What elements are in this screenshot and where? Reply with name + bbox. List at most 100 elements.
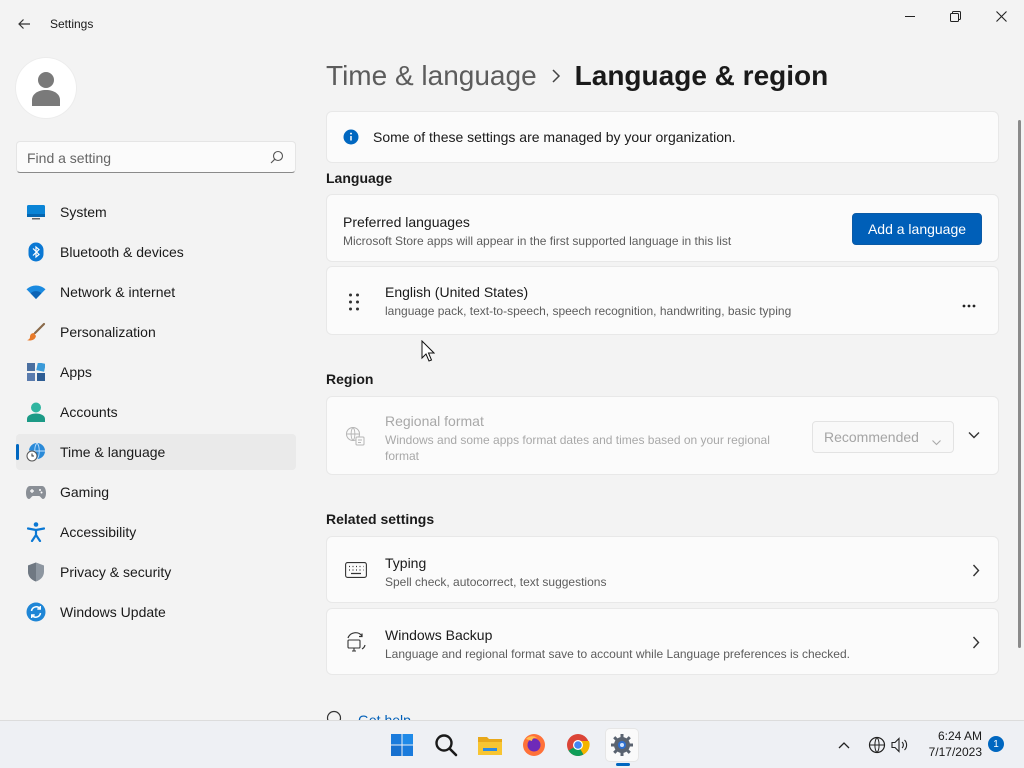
preferred-languages-title: Preferred languages [343, 214, 470, 230]
preferred-languages-card: Preferred languages Microsoft Store apps… [326, 194, 999, 262]
add-language-button[interactable]: Add a language [852, 213, 982, 245]
regional-format-subtitle-line1: Windows and some apps format dates and t… [385, 433, 770, 447]
drag-handle-icon[interactable] [348, 293, 360, 314]
sidebar-item-label: Personalization [60, 324, 156, 340]
sidebar-item-label: Network & internet [60, 284, 176, 300]
minimize-button[interactable] [887, 4, 933, 28]
firefox-icon[interactable] [518, 729, 550, 761]
accessibility-icon [26, 522, 46, 542]
globe-clock-icon [26, 442, 46, 462]
person-icon [32, 72, 60, 106]
search-input[interactable] [27, 149, 257, 167]
sidebar-item-accessibility[interactable]: Accessibility [16, 514, 296, 550]
language-entry-subtitle: language pack, text-to-speech, speech re… [385, 304, 792, 318]
back-button[interactable] [12, 12, 36, 36]
file-explorer-icon[interactable] [474, 729, 506, 761]
network-globe-icon[interactable] [865, 733, 889, 757]
sidebar-item-label: Windows Update [60, 604, 166, 620]
taskbar: 6:24 AM 7/17/2023 1 [0, 720, 1024, 768]
sidebar-item-network[interactable]: Network & internet [16, 274, 296, 310]
sidebar-item-label: Apps [60, 364, 92, 380]
breadcrumb-parent[interactable]: Time & language [326, 60, 537, 92]
preferred-languages-subtitle: Microsoft Store apps will appear in the … [343, 234, 732, 248]
windows-backup-title: Windows Backup [385, 627, 493, 643]
show-hidden-icons-chevron-up-icon[interactable] [832, 733, 856, 757]
sidebar-item-privacy[interactable]: Privacy & security [16, 554, 296, 590]
accounts-icon [26, 402, 46, 422]
typing-title: Typing [385, 555, 427, 571]
chevron-right-icon [972, 636, 980, 649]
search-icon[interactable] [430, 729, 462, 761]
breadcrumb: Time & language Language & region [326, 58, 828, 94]
regional-format-icon [345, 426, 365, 449]
more-options-icon[interactable] [962, 295, 976, 311]
sidebar-item-gaming[interactable]: Gaming [16, 474, 296, 510]
title-bar: Settings [0, 0, 1024, 48]
user-avatar[interactable] [16, 58, 76, 118]
restore-icon [949, 10, 961, 22]
info-banner: Some of these settings are managed by yo… [326, 111, 999, 163]
page-title: Language & region [574, 60, 829, 91]
chrome-icon[interactable] [562, 729, 594, 761]
sidebar-item-label: Bluetooth & devices [60, 244, 184, 260]
restore-button[interactable] [932, 4, 978, 28]
wifi-icon [26, 282, 46, 302]
info-icon [343, 129, 359, 148]
regional-format-dropdown: Recommended [812, 421, 954, 453]
search-box[interactable] [16, 141, 296, 173]
apps-icon [26, 362, 46, 382]
regional-format-title: Regional format [385, 413, 484, 429]
info-banner-text: Some of these settings are managed by yo… [373, 129, 736, 145]
active-app-indicator [616, 763, 630, 766]
app-title: Settings [50, 17, 94, 31]
regional-format-subtitle: Windows and some apps format dates and t… [385, 432, 805, 464]
sidebar-item-windows-update[interactable]: Windows Update [16, 594, 296, 630]
section-heading-related: Related settings [326, 511, 435, 527]
expand-chevron-icon[interactable] [968, 431, 980, 439]
sidebar-item-bluetooth[interactable]: Bluetooth & devices [16, 234, 296, 270]
sidebar-item-system[interactable]: System [16, 194, 296, 230]
brush-icon [26, 322, 46, 342]
windows-start-icon[interactable] [386, 729, 418, 761]
chevron-down-icon [932, 433, 941, 449]
settings-gear-icon[interactable] [606, 729, 638, 761]
section-heading-language: Language [326, 170, 393, 186]
dropdown-value: Recommended [824, 429, 919, 445]
sidebar-item-accounts[interactable]: Accounts [16, 394, 296, 430]
regional-format-card: Regional format Windows and some apps fo… [326, 396, 999, 475]
sidebar-item-apps[interactable]: Apps [16, 354, 296, 390]
language-entry-row[interactable]: English (United States) language pack, t… [326, 266, 999, 335]
mouse-cursor-icon [421, 340, 435, 362]
clock-date: 7/17/2023 [928, 745, 982, 759]
keyboard-icon [345, 562, 367, 581]
chevron-right-icon [972, 564, 980, 577]
language-entry-title: English (United States) [385, 284, 529, 300]
sidebar-item-label: Gaming [60, 484, 110, 500]
close-icon [995, 10, 1007, 22]
typing-row[interactable]: Typing Spell check, autocorrect, text su… [326, 536, 999, 603]
notification-badge[interactable]: 1 [988, 736, 1004, 752]
sidebar-item-personalization[interactable]: Personalization [16, 314, 296, 350]
section-heading-region: Region [326, 371, 374, 387]
sidebar-item-label: Time & language [60, 444, 166, 460]
sidebar-item-label: Accounts [60, 404, 118, 420]
sidebar-nav: System Bluetooth & devices Network & int… [16, 194, 296, 634]
update-icon [26, 602, 46, 622]
taskbar-clock[interactable]: 6:24 AM 7/17/2023 [908, 728, 982, 760]
shield-icon [26, 562, 46, 582]
sidebar-item-time-language[interactable]: Time & language [16, 434, 296, 470]
close-button[interactable] [978, 4, 1024, 28]
back-arrow-icon [18, 19, 30, 29]
minimize-icon [905, 16, 915, 17]
sidebar-item-label: Accessibility [60, 524, 137, 540]
system-icon [26, 202, 46, 222]
typing-subtitle: Spell check, autocorrect, text suggestio… [385, 575, 607, 589]
windows-backup-subtitle: Language and regional format save to acc… [385, 647, 850, 661]
chevron-right-icon [551, 69, 561, 83]
search-icon[interactable] [270, 150, 284, 167]
sidebar-item-label: System [60, 204, 107, 220]
sidebar-item-label: Privacy & security [60, 564, 172, 580]
scrollbar-thumb[interactable] [1018, 120, 1021, 648]
windows-backup-row[interactable]: Windows Backup Language and regional for… [326, 608, 999, 675]
clock-time: 6:24 AM [937, 729, 982, 743]
